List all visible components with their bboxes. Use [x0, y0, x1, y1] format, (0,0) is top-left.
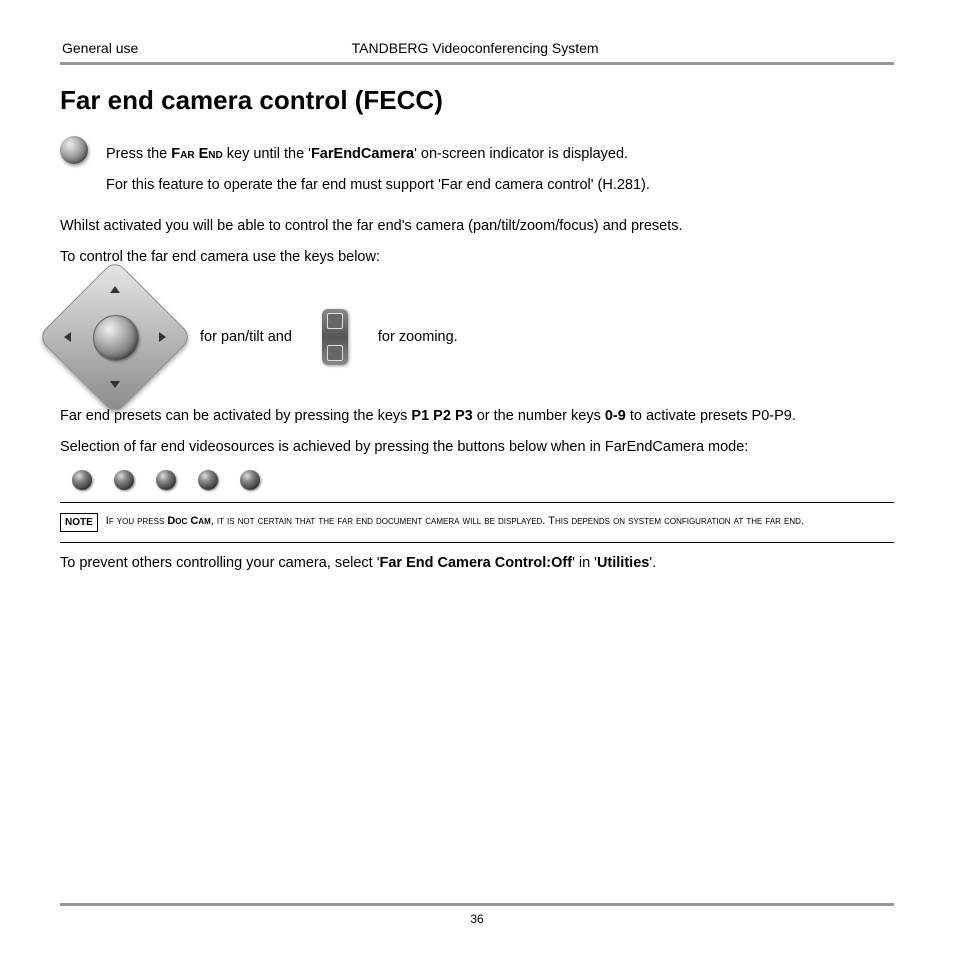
source-button-icon	[198, 470, 218, 490]
page-number: 36	[60, 912, 894, 926]
far-end-key-label: Far End	[171, 146, 222, 162]
fecc-off-label: Far End Camera Control:Off	[380, 555, 573, 571]
source-button-icon	[72, 470, 92, 490]
page-title: Far end camera control (FECC)	[60, 85, 894, 116]
divider	[60, 502, 894, 503]
farendcamera-indicator: FarEndCamera	[311, 146, 414, 162]
paragraph-6: Selection of far end videosources is ach…	[60, 437, 894, 458]
page-footer: 36	[60, 903, 894, 926]
source-button-icon	[156, 470, 176, 490]
source-button-icon	[114, 470, 134, 490]
zoom-in-icon	[327, 313, 343, 329]
paragraph-2: For this feature to operate the far end …	[106, 175, 894, 196]
note-block: NOTE If you press Doc Cam, it is not cer…	[60, 513, 894, 532]
utilities-label: Utilities	[597, 555, 649, 571]
zoom-rocker-icon	[322, 309, 348, 365]
note-text: If you press Doc Cam, it is not certain …	[106, 513, 894, 532]
paragraph-1: Press the Far End key until the 'FarEndC…	[106, 144, 894, 165]
video-source-buttons	[72, 470, 894, 490]
header-left: General use	[62, 40, 138, 56]
pan-tilt-label: for pan/tilt and	[200, 329, 292, 345]
far-end-button-icon	[60, 136, 88, 164]
paragraph-3: Whilst activated you will be able to con…	[60, 216, 894, 237]
number-keys-label: 0-9	[605, 408, 626, 424]
divider	[60, 542, 894, 543]
paragraph-4: To control the far end camera use the ke…	[60, 247, 894, 268]
preset-keys-label: P1 P2 P3	[411, 408, 472, 424]
paragraph-7: To prevent others controlling your camer…	[60, 553, 894, 574]
document-page: General use TANDBERG Videoconferencing S…	[0, 0, 954, 954]
paragraph-5: Far end presets can be activated by pres…	[60, 406, 894, 427]
arrow-left-icon	[64, 332, 71, 342]
header-divider	[60, 62, 894, 65]
arrow-up-icon	[110, 286, 120, 293]
arrow-down-icon	[110, 381, 120, 388]
header-center: TANDBERG Videoconferencing System	[138, 40, 812, 56]
doc-cam-key-label: Doc Cam	[167, 515, 210, 527]
note-badge: NOTE	[60, 513, 98, 532]
page-header: General use TANDBERG Videoconferencing S…	[60, 40, 894, 56]
zoom-out-icon	[327, 345, 343, 361]
footer-divider	[60, 903, 894, 906]
arrow-right-icon	[159, 332, 166, 342]
source-button-icon	[240, 470, 260, 490]
zoom-label: for zooming.	[378, 329, 458, 345]
dpad-icon	[60, 282, 170, 392]
controls-row: for pan/tilt and for zooming.	[60, 282, 894, 392]
intro-block: Press the Far End key until the 'FarEndC…	[60, 134, 894, 206]
